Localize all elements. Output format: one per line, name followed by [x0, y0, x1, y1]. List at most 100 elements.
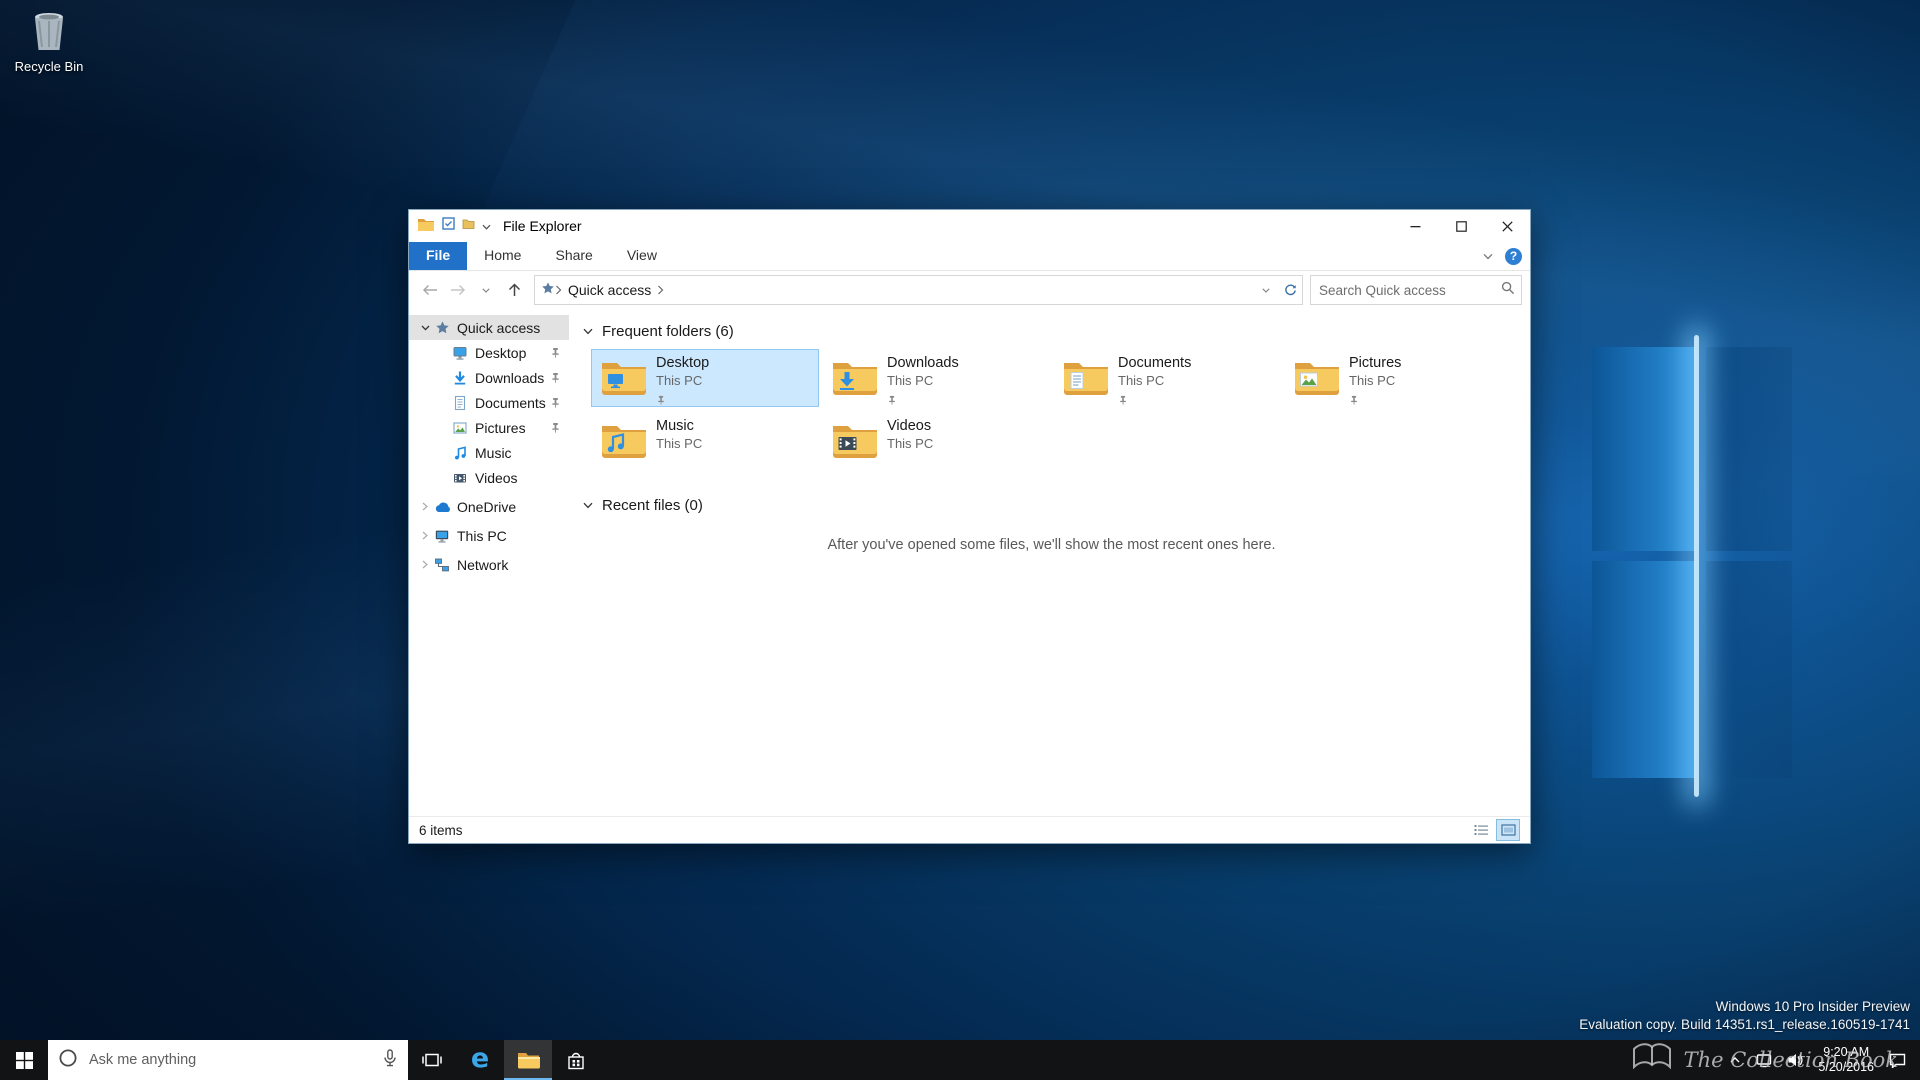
recent-files-header[interactable]: Recent files (0)	[583, 493, 1520, 517]
folder-tile-desktop[interactable]: Desktop This PC	[591, 349, 819, 407]
details-view-icon[interactable]	[1469, 819, 1493, 841]
folder-location: This PC	[1349, 373, 1396, 388]
tray-clock[interactable]: 9:20 AM 5/20/2016	[1818, 1045, 1874, 1075]
qat-properties-icon[interactable]	[442, 217, 455, 235]
sidebar-item-this-pc[interactable]: This PC	[409, 523, 569, 548]
watermark-line1: Windows 10 Pro Insider Preview	[1715, 999, 1910, 1014]
up-button[interactable]	[501, 277, 527, 303]
this-pc-icon	[433, 528, 451, 544]
chevron-collapsed-icon[interactable]	[417, 560, 433, 569]
address-box[interactable]: Quick access	[534, 275, 1303, 305]
wallpaper-windows-logo	[1592, 335, 1792, 797]
ribbon-tab-strip: File Home Share View ?	[409, 242, 1530, 271]
network-tray-icon[interactable]	[1756, 1053, 1772, 1068]
tab-home[interactable]: Home	[467, 242, 538, 270]
qat-new-folder-icon[interactable]	[462, 217, 475, 235]
insider-preview-watermark: Windows 10 Pro Insider Preview Evaluatio…	[1579, 998, 1910, 1034]
expand-ribbon-chevron-icon[interactable]	[1483, 247, 1493, 265]
address-dropdown-chevron-icon[interactable]	[1254, 276, 1278, 304]
action-center-icon[interactable]	[1889, 1053, 1906, 1068]
minimize-button[interactable]	[1392, 210, 1438, 242]
microphone-icon[interactable]	[382, 1048, 398, 1072]
address-controls	[1254, 276, 1302, 304]
window-controls	[1392, 210, 1530, 242]
recycle-bin-icon	[29, 13, 69, 56]
explorer-search-input[interactable]	[1317, 281, 1501, 299]
large-icons-view-icon[interactable]	[1496, 819, 1520, 841]
volume-icon[interactable]	[1787, 1053, 1803, 1067]
frequent-folders-header[interactable]: Frequent folders (6)	[583, 319, 1520, 343]
ribbon-right-controls: ?	[1483, 247, 1522, 265]
recent-files-empty-message: After you've opened some files, we'll sh…	[827, 537, 1276, 553]
chevron-collapsed-icon[interactable]	[417, 531, 433, 540]
folder-name: Documents	[1118, 355, 1192, 371]
logo-pane	[1706, 561, 1792, 778]
maximize-button[interactable]	[1438, 210, 1484, 242]
pin-icon	[550, 372, 561, 383]
sidebar-item-label: Music	[475, 444, 512, 461]
tray-chevron-up-icon[interactable]	[1729, 1056, 1741, 1064]
close-button[interactable]	[1484, 210, 1530, 242]
cortana-circle-icon	[58, 1048, 78, 1073]
content-pane: Frequent folders (6) Desktop This PC Dow…	[569, 309, 1530, 816]
sidebar-item-quick-access[interactable]: Quick access	[409, 315, 569, 340]
sidebar-item-videos[interactable]: Videos	[409, 465, 569, 490]
sidebar-item-label: Pictures	[475, 419, 526, 436]
back-button[interactable]	[417, 277, 443, 303]
tab-file[interactable]: File	[409, 242, 468, 270]
frequent-folders-header-label: Frequent folders (6)	[602, 322, 734, 340]
forward-button[interactable]	[445, 277, 471, 303]
task-view-button[interactable]	[408, 1040, 456, 1080]
refresh-icon[interactable]	[1278, 276, 1302, 304]
folder-icon	[1294, 359, 1340, 400]
search-icon[interactable]	[1501, 281, 1515, 300]
folder-tile-videos[interactable]: Videos This PC	[822, 412, 1050, 470]
folder-tile-downloads[interactable]: Downloads This PC	[822, 349, 1050, 407]
taskbar: e	[0, 1040, 1920, 1080]
tab-share[interactable]: Share	[538, 242, 609, 270]
recycle-bin-desktop-icon[interactable]: Recycle Bin	[8, 10, 90, 74]
sidebar-item-music[interactable]: Music	[409, 440, 569, 465]
tab-view[interactable]: View	[610, 242, 674, 270]
recent-locations-chevron-icon[interactable]	[473, 277, 499, 303]
pin-icon	[887, 392, 959, 409]
start-button[interactable]	[0, 1040, 48, 1080]
title-bar[interactable]: File Explorer	[409, 210, 1530, 242]
chevron-collapsed-icon[interactable]	[417, 502, 433, 511]
folder-tile-music[interactable]: Music This PC	[591, 412, 819, 470]
breadcrumb-chevron-icon[interactable]	[657, 285, 664, 295]
help-button[interactable]: ?	[1505, 247, 1522, 265]
edge-button[interactable]: e	[456, 1040, 504, 1080]
section-collapse-chevron-icon[interactable]	[583, 328, 593, 335]
sidebar-item-desktop[interactable]: Desktop	[409, 340, 569, 365]
file-explorer-window: File Explorer File Home Share View ? Qui…	[408, 209, 1531, 844]
frequent-folders-grid: Desktop This PC Downloads This PC Docume…	[591, 349, 1527, 475]
section-collapse-chevron-icon[interactable]	[583, 502, 593, 509]
store-button[interactable]	[552, 1040, 600, 1080]
qat-customize-chevron-icon[interactable]	[482, 217, 491, 235]
pin-icon	[550, 422, 561, 433]
chevron-expanded-icon[interactable]	[417, 325, 433, 331]
sidebar-item-onedrive[interactable]: OneDrive	[409, 494, 569, 519]
breadcrumb[interactable]: Quick access	[568, 282, 651, 298]
file-explorer-taskbar-button[interactable]	[504, 1040, 552, 1080]
sidebar-item-network[interactable]: Network	[409, 552, 569, 577]
sidebar-item-downloads[interactable]: Downloads	[409, 365, 569, 390]
system-tray: 9:20 AM 5/20/2016	[1715, 1040, 1920, 1080]
recycle-bin-label: Recycle Bin	[14, 59, 84, 74]
folder-tile-documents[interactable]: Documents This PC	[1053, 349, 1281, 407]
cortana-search-box[interactable]	[48, 1040, 408, 1080]
folder-location: This PC	[887, 373, 934, 388]
folder-name: Pictures	[1349, 355, 1402, 371]
folder-icon	[601, 422, 647, 463]
window-title: File Explorer	[503, 218, 582, 234]
folder-tile-pictures[interactable]: Pictures This PC	[1284, 349, 1512, 407]
sidebar-item-documents[interactable]: Documents	[409, 390, 569, 415]
sidebar-item-pictures[interactable]: Pictures	[409, 415, 569, 440]
network-icon	[433, 557, 451, 573]
quick-access-icon	[433, 320, 451, 335]
status-bar: 6 items	[409, 816, 1530, 843]
explorer-search-box[interactable]	[1310, 275, 1522, 305]
cortana-search-input[interactable]	[87, 1051, 373, 1069]
items-count: 6 items	[419, 822, 463, 838]
